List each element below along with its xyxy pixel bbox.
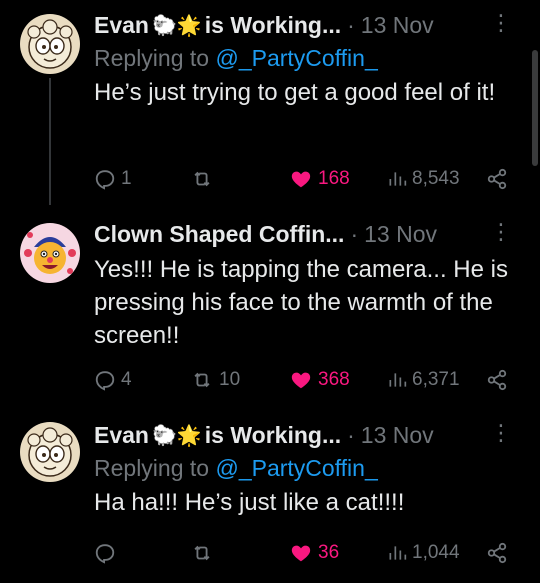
like-count: 368 bbox=[318, 369, 350, 390]
retweet-count: 10 bbox=[219, 369, 241, 390]
avatar[interactable] bbox=[20, 422, 80, 482]
reply-button[interactable] bbox=[94, 542, 121, 564]
separator-dot: · bbox=[347, 421, 355, 448]
separator-dot: · bbox=[350, 220, 359, 247]
author-name-suffix[interactable]: is Working... bbox=[205, 12, 341, 39]
avatar[interactable] bbox=[20, 14, 80, 74]
views-button[interactable]: 1,044 bbox=[387, 542, 460, 564]
author-name[interactable]: Evan bbox=[94, 12, 149, 39]
author-emojis: 🐑🌟 bbox=[151, 424, 202, 447]
views-chart-icon bbox=[389, 546, 407, 560]
sheep-cartoon-avatar-icon bbox=[20, 14, 80, 74]
tweet-3[interactable]: Evan 🐑🌟 is Working... · 13 Nov ⋮ Replyin… bbox=[0, 410, 530, 583]
retweet-icon bbox=[194, 545, 210, 561]
author-emojis: 🐑🌟 bbox=[151, 14, 202, 37]
replying-to-label: Replying to bbox=[94, 455, 210, 481]
replying-to-handle[interactable]: @_PartyCoffin_ bbox=[215, 455, 377, 481]
avatar[interactable] bbox=[20, 223, 80, 283]
separator-dot: · bbox=[347, 11, 355, 38]
like-button[interactable]: 36 bbox=[289, 542, 339, 564]
author-name[interactable]: Clown Shaped Coffin... bbox=[94, 221, 344, 248]
clown-cartoon-avatar-icon bbox=[20, 223, 80, 283]
views-button[interactable]: 6,371 bbox=[387, 369, 460, 391]
retweet-icon bbox=[194, 171, 210, 187]
share-button[interactable] bbox=[486, 369, 508, 391]
more-options-icon[interactable]: ⋮ bbox=[490, 219, 512, 245]
heart-icon bbox=[291, 372, 311, 389]
tweet-text: He’s just trying to get a good feel of i… bbox=[94, 79, 496, 106]
share-icon bbox=[487, 542, 507, 564]
reply-button[interactable]: 1 bbox=[94, 168, 132, 190]
tweet-date[interactable]: 13 Nov bbox=[361, 422, 434, 449]
views-chart-icon bbox=[389, 373, 407, 387]
tweet-text: Yes!!! He is tapping the camera... He is… bbox=[94, 256, 508, 349]
views-count: 1,044 bbox=[412, 542, 460, 563]
tweet-text: Ha ha!!! He’s just like a cat!!!! bbox=[94, 489, 405, 516]
like-count: 36 bbox=[318, 542, 340, 563]
tweet-header: Evan 🐑🌟 is Working... · 13 Nov ⋮ bbox=[94, 418, 512, 452]
views-count: 8,543 bbox=[412, 168, 460, 189]
reply-count: 1 bbox=[121, 168, 132, 189]
heart-icon bbox=[291, 171, 311, 188]
reply-button[interactable]: 4 bbox=[94, 369, 132, 391]
reply-icon bbox=[95, 371, 115, 391]
tweet-2[interactable]: Clown Shaped Coffin... · 13 Nov ⋮ Yes!!!… bbox=[0, 205, 530, 410]
tweet-date[interactable]: 13 Nov bbox=[361, 12, 434, 39]
more-options-icon[interactable]: ⋮ bbox=[490, 420, 512, 446]
tweet-header: Evan 🐑🌟 is Working... · 13 Nov ⋮ bbox=[94, 8, 512, 42]
tweet-1[interactable]: Evan 🐑🌟 is Working... · 13 Nov ⋮ Replyin… bbox=[0, 0, 530, 205]
author-name-suffix[interactable]: is Working... bbox=[205, 422, 341, 449]
replying-to-handle[interactable]: @_PartyCoffin_ bbox=[215, 45, 377, 71]
retweet-button[interactable] bbox=[190, 168, 219, 190]
share-icon bbox=[487, 168, 507, 190]
scrollbar[interactable] bbox=[532, 50, 538, 166]
sheep-cartoon-avatar-icon bbox=[20, 422, 80, 482]
like-button[interactable]: 368 bbox=[289, 369, 350, 391]
like-count: 168 bbox=[318, 168, 350, 189]
author-name[interactable]: Evan bbox=[94, 422, 149, 449]
replying-to: Replying to @_PartyCoffin_ bbox=[94, 452, 512, 484]
retweet-button[interactable]: 10 bbox=[190, 369, 240, 391]
retweet-button[interactable] bbox=[190, 542, 219, 564]
views-count: 6,371 bbox=[412, 369, 460, 390]
more-options-icon[interactable]: ⋮ bbox=[490, 10, 512, 36]
heart-icon bbox=[291, 545, 311, 562]
replying-to-label: Replying to bbox=[94, 45, 210, 71]
reply-count: 4 bbox=[121, 369, 132, 390]
replying-to: Replying to @_PartyCoffin_ bbox=[94, 42, 512, 74]
tweet-date[interactable]: 13 Nov bbox=[364, 221, 437, 248]
share-button[interactable] bbox=[486, 542, 508, 564]
views-button[interactable]: 8,543 bbox=[387, 168, 460, 190]
thread-line bbox=[49, 78, 51, 205]
tweet-header: Clown Shaped Coffin... · 13 Nov ⋮ bbox=[94, 217, 512, 251]
tweet-actions: 1 168 8,543 bbox=[94, 166, 512, 192]
share-button[interactable] bbox=[486, 168, 508, 190]
reply-icon bbox=[95, 170, 115, 190]
retweet-icon bbox=[194, 372, 210, 388]
tweet-actions: 4 10 368 6,371 bbox=[94, 367, 512, 393]
views-chart-icon bbox=[389, 172, 407, 186]
like-button[interactable]: 168 bbox=[289, 168, 350, 190]
share-icon bbox=[487, 369, 507, 391]
reply-icon bbox=[95, 544, 115, 564]
tweet-actions: 36 1,044 bbox=[94, 540, 512, 566]
